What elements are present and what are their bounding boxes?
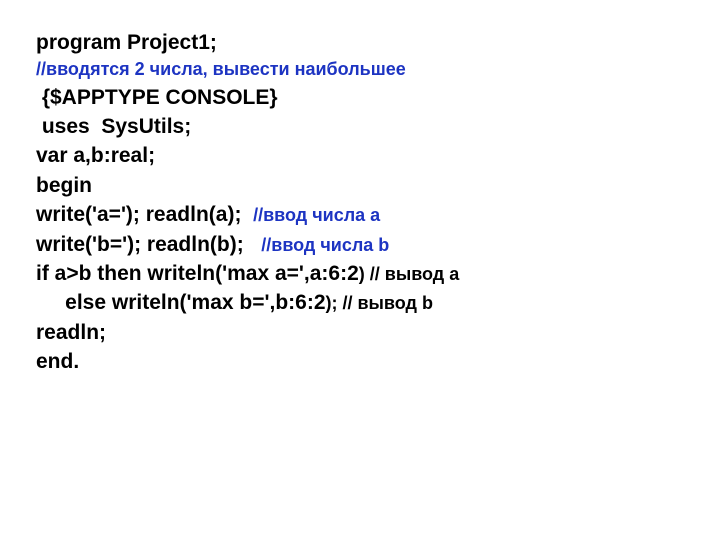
code-text: write('b='); readln(b); — [36, 233, 261, 256]
code-line: write('a='); readln(a); //ввод числа a — [36, 200, 684, 229]
code-line: uses SysUtils; — [36, 112, 684, 141]
code-text: write('a='); readln(a); — [36, 203, 253, 226]
code-comment: //ввод числа b — [261, 235, 389, 255]
code-comment: //вводятся 2 числа, вывести наибольшее — [36, 57, 684, 82]
code-text: else writeln('max b=',b:6:2 — [36, 291, 326, 314]
code-line: write('b='); readln(b); //ввод числа b — [36, 230, 684, 259]
code-line: else writeln('max b=',b:6:2); // вывод b — [36, 288, 684, 317]
code-trail: ); // вывод b — [326, 293, 433, 313]
code-trail: ) // вывод a — [359, 264, 459, 284]
code-line: if a>b then writeln('max a=',a:6:2) // в… — [36, 259, 684, 288]
code-line: begin — [36, 171, 684, 200]
code-line: {$APPTYPE CONSOLE} — [36, 83, 684, 112]
code-line: var a,b:real; — [36, 141, 684, 170]
code-text: if a>b then writeln('max a=',a:6:2 — [36, 262, 359, 285]
code-comment: //ввод числа a — [253, 205, 380, 225]
code-block: program Project1; //вводятся 2 числа, вы… — [36, 28, 684, 376]
code-line: readln; — [36, 318, 684, 347]
code-line: end. — [36, 347, 684, 376]
code-line: program Project1; — [36, 28, 684, 57]
